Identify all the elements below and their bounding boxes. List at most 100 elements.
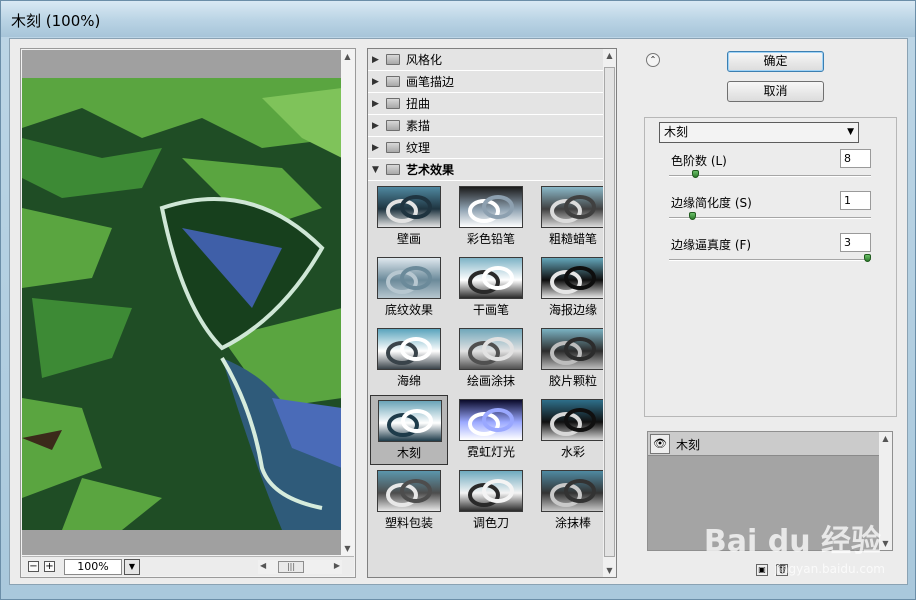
scroll-thumb[interactable]: ||| [278, 561, 304, 573]
filter-preview-thumbnail [377, 186, 441, 228]
scroll-up-arrow-icon[interactable]: ▲ [341, 50, 354, 63]
filter-preview-thumbnail [377, 470, 441, 512]
filter-select-dropdown[interactable]: 木刻 ▼ [659, 122, 859, 143]
edge-simplicity-label: 边缘简化度 (S) [671, 196, 752, 210]
scroll-left-arrow-icon[interactable]: ◀ [260, 561, 266, 570]
collapse-browser-icon[interactable]: ⌃ [646, 53, 660, 67]
effect-layer-row[interactable]: 👁 木刻 [648, 432, 880, 456]
preview-image [22, 78, 342, 530]
scroll-up-arrow-icon[interactable]: ▲ [879, 434, 892, 443]
selected-filter-label: 木刻 [664, 125, 689, 139]
category-distort[interactable]: ▶ 扭曲 [368, 93, 616, 115]
filter-thumb-11[interactable]: 霓虹灯光 [452, 395, 530, 465]
filter-thumb-10[interactable]: 木刻 [370, 395, 448, 465]
category-label: 纹理 [406, 141, 431, 155]
preview-panel: ▲ ▼ − + 100% ▼ ◀ ||| ▶ [20, 48, 356, 578]
filter-thumb-label: 绘画涂抹 [466, 374, 515, 388]
baidu-watermark-url: jingyan.baidu.com [774, 562, 885, 576]
browser-scrollbar[interactable]: ▲ ▼ [603, 49, 616, 577]
category-label: 画笔描边 [406, 75, 455, 89]
filter-thumb-3[interactable]: 粗糙蜡笔 [534, 182, 612, 252]
filter-preview-thumbnail [541, 399, 605, 441]
filter-thumb-label: 壁画 [396, 232, 421, 246]
category-texture[interactable]: ▶ 纹理 [368, 137, 616, 159]
filter-thumb-label: 调色刀 [472, 516, 509, 530]
filter-thumb-label: 涂抹棒 [554, 516, 591, 530]
category-label: 素描 [406, 119, 431, 133]
scroll-thumb[interactable] [604, 67, 615, 557]
filter-preview-thumbnail [459, 328, 523, 370]
filter-preview-thumbnail [541, 328, 605, 370]
filter-preview-thumbnail [541, 257, 605, 299]
new-effect-layer-icon[interactable]: ▣ [756, 564, 768, 576]
filter-thumb-label: 底纹效果 [384, 303, 433, 317]
filter-thumb-label: 水彩 [560, 445, 585, 459]
filter-thumb-2[interactable]: 彩色铅笔 [452, 182, 530, 252]
filter-thumb-1[interactable]: 壁画 [370, 182, 448, 252]
scroll-down-arrow-icon[interactable]: ▼ [341, 542, 354, 555]
category-label: 风格化 [406, 53, 443, 67]
expand-triangle-icon: ▶ [372, 54, 379, 65]
preview-vertical-scrollbar[interactable]: ▲ ▼ [341, 50, 354, 555]
edge-fidelity-input[interactable]: 3 [840, 233, 871, 252]
edge-simplicity-input[interactable]: 1 [840, 191, 871, 210]
category-label: 艺术效果 [406, 163, 455, 177]
filter-thumb-12[interactable]: 水彩 [534, 395, 612, 465]
filter-thumb-label: 木刻 [396, 446, 421, 460]
filter-thumb-15[interactable]: 涂抹棒 [534, 466, 612, 536]
filter-thumb-label: 海绵 [396, 374, 421, 388]
scroll-down-arrow-icon[interactable]: ▼ [603, 566, 616, 575]
preview-horizontal-scrollbar[interactable]: ◀ ||| ▶ [258, 560, 342, 574]
category-label: 扭曲 [406, 97, 431, 111]
folder-icon [386, 76, 400, 87]
filter-thumb-label: 霓虹灯光 [466, 445, 515, 459]
edge-simplicity-slider-thumb[interactable] [689, 212, 696, 220]
category-artistic[interactable]: ▼ 艺术效果 [368, 159, 616, 181]
category-sketch[interactable]: ▶ 素描 [368, 115, 616, 137]
cancel-button[interactable]: 取消 [727, 81, 824, 102]
scroll-up-arrow-icon[interactable]: ▲ [603, 51, 616, 60]
filter-thumb-8[interactable]: 绘画涂抹 [452, 324, 530, 394]
filter-gallery-window: 木刻 (100%) ▲ ▼ − + 100% ▼ ◀ ||| ▶ ▶ 风格化 ▶… [0, 0, 916, 600]
filter-thumb-9[interactable]: 胶片颗粒 [534, 324, 612, 394]
levels-slider-thumb[interactable] [692, 170, 699, 178]
filter-settings-panel: 木刻 ▼ 色阶数 (L) 8 边缘简化度 (S) 1 边缘逼真度 (F) 3 [644, 117, 897, 417]
zoom-in-button[interactable]: + [44, 561, 55, 572]
filter-thumb-label: 海报边缘 [548, 303, 597, 317]
category-brush-strokes[interactable]: ▶ 画笔描边 [368, 71, 616, 93]
filter-preview-thumbnail [377, 328, 441, 370]
edge-fidelity-label: 边缘逼真度 (F) [671, 238, 752, 252]
preview-canvas[interactable] [22, 50, 342, 555]
preview-toolbar: − + 100% ▼ ◀ ||| ▶ [22, 556, 354, 576]
title-bar: 木刻 (100%) [1, 1, 915, 37]
category-stylize[interactable]: ▶ 风格化 [368, 49, 616, 71]
levels-slider[interactable] [669, 170, 871, 178]
filter-thumb-label: 塑料包装 [384, 516, 433, 530]
chevron-down-icon: ▼ [847, 127, 854, 137]
filter-thumb-5[interactable]: 干画笔 [452, 253, 530, 323]
folder-icon [386, 120, 400, 131]
folder-icon [386, 98, 400, 109]
filter-thumb-4[interactable]: 底纹效果 [370, 253, 448, 323]
zoom-out-button[interactable]: − [28, 561, 39, 572]
filter-preview-thumbnail [459, 399, 523, 441]
scroll-right-arrow-icon[interactable]: ▶ [334, 561, 340, 570]
filter-thumb-13[interactable]: 塑料包装 [370, 466, 448, 536]
filter-browser: ▶ 风格化 ▶ 画笔描边 ▶ 扭曲 ▶ 素描 ▶ 纹理 ▼ 艺术效果 壁画 彩色… [367, 48, 617, 578]
baidu-watermark-logo: Bai du 经验 [703, 524, 881, 559]
filter-thumb-7[interactable]: 海绵 [370, 324, 448, 394]
ok-button[interactable]: 确定 [727, 51, 824, 72]
filter-preview-thumbnail [541, 186, 605, 228]
levels-input[interactable]: 8 [840, 149, 871, 168]
filter-thumb-6[interactable]: 海报边缘 [534, 253, 612, 323]
zoom-level-field[interactable]: 100% [64, 559, 122, 575]
edge-simplicity-slider[interactable] [669, 212, 871, 220]
filter-thumb-14[interactable]: 调色刀 [452, 466, 530, 536]
window-title: 木刻 (100%) [11, 12, 101, 30]
filter-thumb-label: 干画笔 [472, 303, 509, 317]
zoom-dropdown-button[interactable]: ▼ [124, 559, 140, 575]
eye-visibility-icon[interactable]: 👁 [650, 434, 670, 454]
edge-fidelity-slider-thumb[interactable] [864, 254, 871, 262]
filter-preview-thumbnail [377, 257, 441, 299]
edge-fidelity-slider[interactable] [669, 254, 871, 262]
